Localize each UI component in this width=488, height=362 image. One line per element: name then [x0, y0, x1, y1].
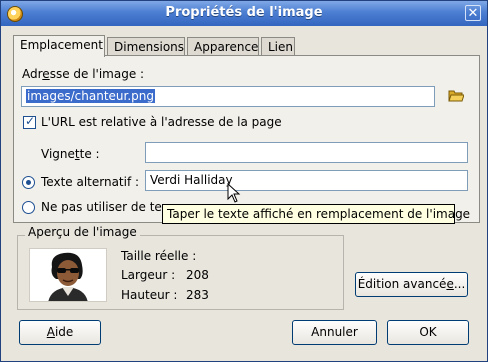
tab-dimensions[interactable]: Dimensions: [107, 37, 185, 56]
alt-text-input[interactable]: Verdi Halliday: [145, 170, 468, 191]
advanced-edit-button[interactable]: Édition avancée...: [355, 272, 468, 297]
close-icon: ✕: [467, 6, 479, 21]
address-value: images/chanteur.png: [26, 89, 156, 103]
cancel-button[interactable]: Annuler: [292, 320, 377, 345]
relative-url-label: L'URL est relative à l'adresse de la pag…: [41, 115, 282, 129]
tab-lien[interactable]: Lien: [261, 37, 295, 56]
image-preview-title: Aperçu de l'image: [25, 225, 140, 239]
image-preview-thumbnail: [29, 248, 107, 302]
actual-size-label: Taille réelle :: [121, 249, 197, 263]
mouse-cursor-icon: [227, 183, 241, 203]
thumbnail-input[interactable]: [145, 142, 468, 163]
tab-emplacement[interactable]: Emplacement: [13, 35, 105, 57]
alt-text-radio[interactable]: [22, 176, 35, 189]
address-input[interactable]: images/chanteur.png: [21, 86, 435, 107]
ok-button[interactable]: OK: [387, 320, 469, 345]
relative-url-checkbox[interactable]: [23, 114, 36, 129]
help-button[interactable]: Aide: [19, 320, 101, 345]
width-label: Largeur :: [121, 268, 176, 282]
alt-text-label: Texte alternatif :: [41, 175, 140, 189]
tab-apparence[interactable]: Apparence: [187, 37, 259, 56]
alt-text-tooltip: Taper le texte affiché en remplacement d…: [162, 204, 470, 224]
address-label: Adresse de l'image :: [22, 67, 145, 81]
height-label: Hauteur :: [121, 288, 178, 302]
title-bar[interactable]: Propriétés de l'image ✕: [1, 1, 487, 26]
close-button[interactable]: ✕: [465, 5, 481, 21]
no-alt-text-radio[interactable]: [22, 201, 35, 214]
folder-open-icon[interactable]: [448, 89, 464, 103]
width-value: 208: [186, 268, 209, 282]
window-title: Propriétés de l'image: [165, 5, 323, 20]
thumbnail-label: Vignette :: [41, 147, 100, 161]
no-alt-text-label: Ne pas utiliser de tex: [41, 200, 169, 214]
height-value: 283: [186, 288, 209, 302]
image-properties-dialog: Propriétés de l'image ✕ Emplacement Dime…: [0, 0, 488, 362]
